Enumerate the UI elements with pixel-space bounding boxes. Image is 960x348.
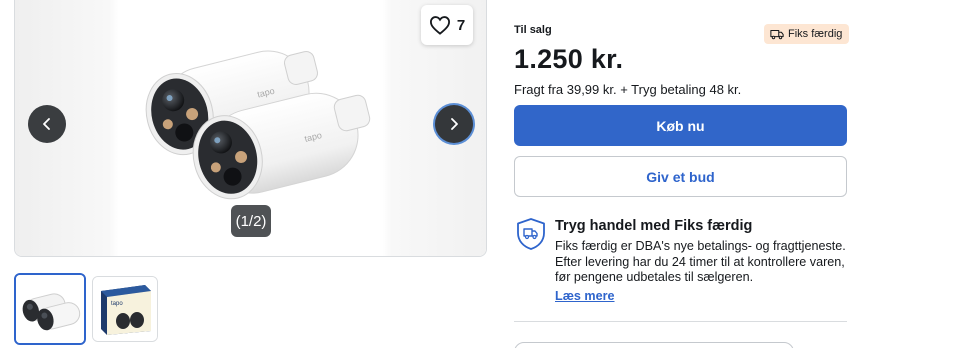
- chevron-right-icon: [451, 118, 458, 130]
- delivery-truck-icon: [770, 29, 784, 40]
- safe-trade-description: Fiks færdig er DBA's nye betalings- og f…: [555, 239, 846, 284]
- thumbnail-strip: tapo: [14, 273, 158, 345]
- fiks-faerdig-badge: Fiks færdig: [764, 24, 850, 44]
- previous-image-button[interactable]: [28, 105, 66, 143]
- shield-truck-icon: [517, 218, 545, 250]
- safe-trade-title: Tryg handel med Fiks færdig: [555, 218, 753, 234]
- favorite-button[interactable]: 7: [421, 5, 473, 45]
- next-section-card: [514, 342, 794, 348]
- price: 1.250 kr.: [514, 44, 624, 74]
- badge-label: Fiks færdig: [788, 28, 843, 40]
- thumbnail-1[interactable]: [14, 273, 86, 345]
- thumbnail-2[interactable]: tapo: [92, 276, 158, 342]
- shipping-info: Fragt fra 39,99 kr. + Tryg betaling 48 k…: [514, 82, 742, 97]
- image-gallery: tapo tapo 7 (1/2): [14, 0, 487, 257]
- make-offer-button[interactable]: Giv et bud: [514, 156, 847, 197]
- read-more-link[interactable]: Læs mere: [555, 289, 615, 303]
- divider: [514, 321, 847, 322]
- buy-now-button[interactable]: Køb nu: [514, 105, 847, 146]
- favorite-count: 7: [456, 16, 466, 34]
- thumbnail-2-image: tapo: [93, 277, 157, 341]
- chevron-left-icon: [43, 118, 50, 130]
- thumbnail-brand-label: tapo: [111, 301, 123, 307]
- thumbnail-1-image: [16, 275, 84, 343]
- next-image-button[interactable]: [435, 105, 473, 143]
- listing-status: Til salg: [514, 24, 552, 36]
- heart-icon: [429, 16, 450, 35]
- image-counter: (1/2): [231, 205, 271, 237]
